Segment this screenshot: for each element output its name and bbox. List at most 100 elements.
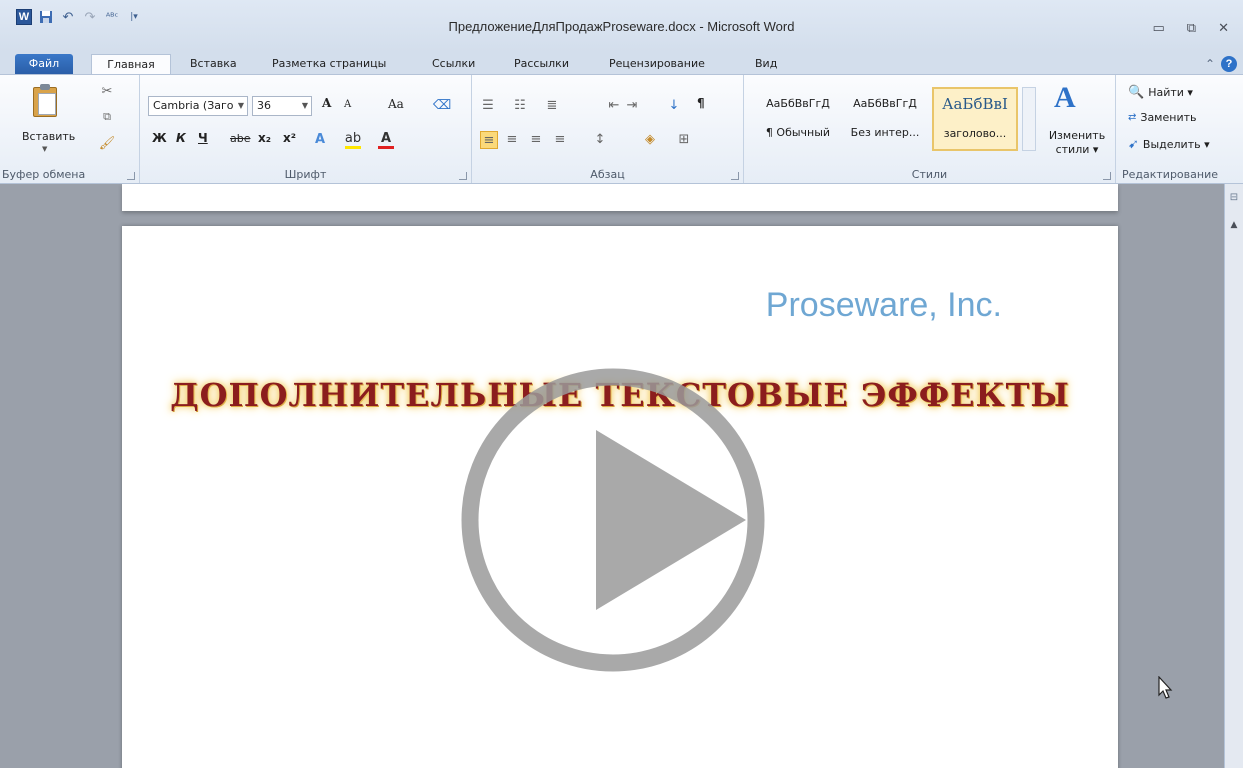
font-color-icon[interactable]: A	[378, 131, 394, 149]
restore-icon[interactable]: ⧉	[1187, 21, 1196, 36]
paragraph-launcher-icon[interactable]	[731, 172, 739, 180]
select-label: Выделить ▾	[1142, 138, 1210, 151]
paste-button[interactable]: Вставить	[22, 130, 75, 143]
cut-icon[interactable]: ✂	[99, 83, 115, 99]
tab-review[interactable]: Рецензирование	[609, 54, 705, 74]
minimize-icon[interactable]: ▭	[1153, 21, 1165, 36]
style-heading-sample: АаБбВвI	[942, 95, 1008, 113]
view-ruler-icon[interactable]: ⊟	[1227, 190, 1241, 204]
clipboard-group: Вставить ▼ ✂ ⧉ 🖌 Буфер обмена	[0, 75, 140, 183]
tab-page-layout[interactable]: Разметка страницы	[272, 54, 386, 74]
shading-icon[interactable]: ◈	[642, 131, 658, 147]
font-group: Cambria (Заго ▼ 36 ▼ A A Aa ⌫ Ж К Ч abe …	[140, 75, 472, 183]
font-name-dropdown-icon[interactable]: ▼	[238, 97, 244, 115]
tab-view[interactable]: Вид	[755, 54, 777, 74]
window-controls: ▭ ⧉ ✕	[1153, 21, 1230, 36]
numbering-icon[interactable]: ☷	[512, 97, 528, 113]
superscript-button[interactable]: x²	[283, 131, 296, 145]
highlight-color-icon[interactable]: ab	[345, 131, 361, 149]
bold-button[interactable]: Ж	[152, 131, 167, 145]
replace-button[interactable]: ⇄ Заменить	[1128, 111, 1196, 124]
font-name-value: Cambria (Заго	[153, 99, 234, 112]
font-size-value: 36	[257, 99, 271, 112]
decrease-indent-icon[interactable]: ⇤	[606, 97, 622, 113]
window-title: ПредложениеДляПродажProseware.docx - Mic…	[448, 19, 795, 34]
align-center-icon[interactable]: ≡	[504, 131, 520, 147]
change-styles-label-2: стили ▾	[1055, 143, 1099, 156]
change-styles-label-1: Изменить	[1048, 129, 1106, 142]
borders-icon[interactable]: ⊞	[676, 131, 692, 147]
multilevel-list-icon[interactable]: ≣	[544, 97, 560, 113]
minimize-ribbon-icon[interactable]: ⌃	[1205, 57, 1215, 71]
increase-indent-icon[interactable]: ⇥	[624, 97, 640, 113]
strikethrough-button[interactable]: abe	[230, 132, 251, 145]
tab-home[interactable]: Главная	[91, 54, 171, 74]
previous-page	[122, 184, 1118, 211]
style-normal[interactable]: АаБбВвГгД ¶ Обычный	[758, 87, 838, 151]
style-normal-name: ¶ Обычный	[765, 126, 831, 139]
editing-group-label: Редактирование	[1122, 168, 1218, 181]
mouse-cursor-icon	[1158, 676, 1173, 699]
sort-icon[interactable]: ↓	[666, 97, 682, 113]
font-size-field[interactable]: 36 ▼	[252, 96, 312, 116]
align-left-icon[interactable]: ≡	[480, 131, 498, 149]
company-name: Proseware, Inc.	[765, 286, 1002, 324]
paste-icon[interactable]	[30, 83, 60, 119]
find-icon: 🔍	[1128, 85, 1145, 100]
line-spacing-icon[interactable]: ↕	[592, 131, 608, 147]
font-name-field[interactable]: Cambria (Заго ▼	[148, 96, 248, 116]
select-icon: ➹	[1128, 137, 1139, 152]
grow-font-button[interactable]: A	[322, 96, 331, 110]
style-normal-sample: АаБбВвГгД	[766, 97, 830, 110]
copy-icon[interactable]: ⧉	[99, 109, 115, 125]
style-no-spacing-name: Без интер...	[850, 126, 920, 139]
help-icon[interactable]: ?	[1221, 56, 1237, 72]
vertical-scrollbar[interactable]: ⊟ ▲	[1224, 184, 1243, 768]
font-group-label: Шрифт	[284, 168, 327, 181]
paragraph-group-label: Абзац	[590, 168, 625, 181]
styles-launcher-icon[interactable]	[1103, 172, 1111, 180]
clear-formatting-icon[interactable]: ⌫	[433, 97, 451, 113]
italic-button[interactable]: К	[176, 131, 186, 145]
bullets-icon[interactable]: ☰	[480, 97, 496, 113]
paragraph-group: ☰ ☷ ≣ ⇤ ⇥ ↓ ¶ ≡ ≡ ≡ ≡ ↕ ◈ ⊞ Абзац	[472, 75, 744, 183]
replace-label: Заменить	[1140, 111, 1197, 124]
format-painter-icon[interactable]: 🖌	[99, 135, 116, 151]
title-bar: W ↶ ↷ ᴬᴮᶜ |▾ ПредложениеДляПродажProsewa…	[0, 0, 1243, 52]
tab-insert[interactable]: Вставка	[190, 54, 237, 74]
shrink-font-button[interactable]: A	[344, 99, 351, 110]
play-button-overlay[interactable]	[457, 332, 769, 708]
text-effects-icon[interactable]: A	[312, 131, 328, 147]
close-icon[interactable]: ✕	[1218, 21, 1229, 36]
style-heading-name: заголово...	[943, 127, 1007, 140]
scroll-up-icon[interactable]: ▲	[1227, 218, 1241, 232]
align-right-icon[interactable]: ≡	[528, 131, 544, 147]
change-case-button[interactable]: Aa	[388, 97, 404, 111]
help-controls: ⌃ ?	[1205, 56, 1237, 72]
paste-dropdown-icon[interactable]: ▼	[42, 145, 47, 153]
styles-gallery-scroll[interactable]	[1022, 87, 1036, 151]
tab-mailings[interactable]: Рассылки	[514, 54, 569, 74]
select-button[interactable]: ➹ Выделить ▾	[1128, 137, 1210, 152]
tab-references[interactable]: Ссылки	[432, 54, 475, 74]
change-styles-icon[interactable]: A	[1054, 81, 1076, 115]
style-heading[interactable]: АаБбВвI заголово...	[932, 87, 1018, 151]
font-launcher-icon[interactable]	[459, 172, 467, 180]
style-no-spacing[interactable]: АаБбВвГгД Без интер...	[844, 87, 926, 151]
change-styles-button[interactable]: Изменить стили ▾	[1042, 129, 1112, 157]
tab-file[interactable]: Файл	[15, 54, 73, 74]
ribbon-tabs: Файл Главная Вставка Разметка страницы С…	[0, 52, 1243, 74]
find-button[interactable]: 🔍 Найти ▾	[1128, 85, 1193, 100]
play-triangle-icon	[596, 430, 746, 610]
style-no-spacing-sample: АаБбВвГгД	[853, 97, 917, 110]
subscript-button[interactable]: x₂	[258, 131, 271, 145]
clipboard-launcher-icon[interactable]	[127, 172, 135, 180]
replace-icon: ⇄	[1128, 112, 1137, 123]
font-size-dropdown-icon[interactable]: ▼	[302, 97, 308, 115]
underline-button[interactable]: Ч	[198, 131, 208, 145]
ribbon: Вставить ▼ ✂ ⧉ 🖌 Буфер обмена Cambria (З…	[0, 74, 1243, 184]
styles-group-label: Стили	[911, 168, 948, 181]
clipboard-group-label: Буфер обмена	[2, 168, 86, 181]
justify-icon[interactable]: ≡	[552, 131, 568, 147]
show-formatting-button[interactable]: ¶	[697, 96, 705, 110]
